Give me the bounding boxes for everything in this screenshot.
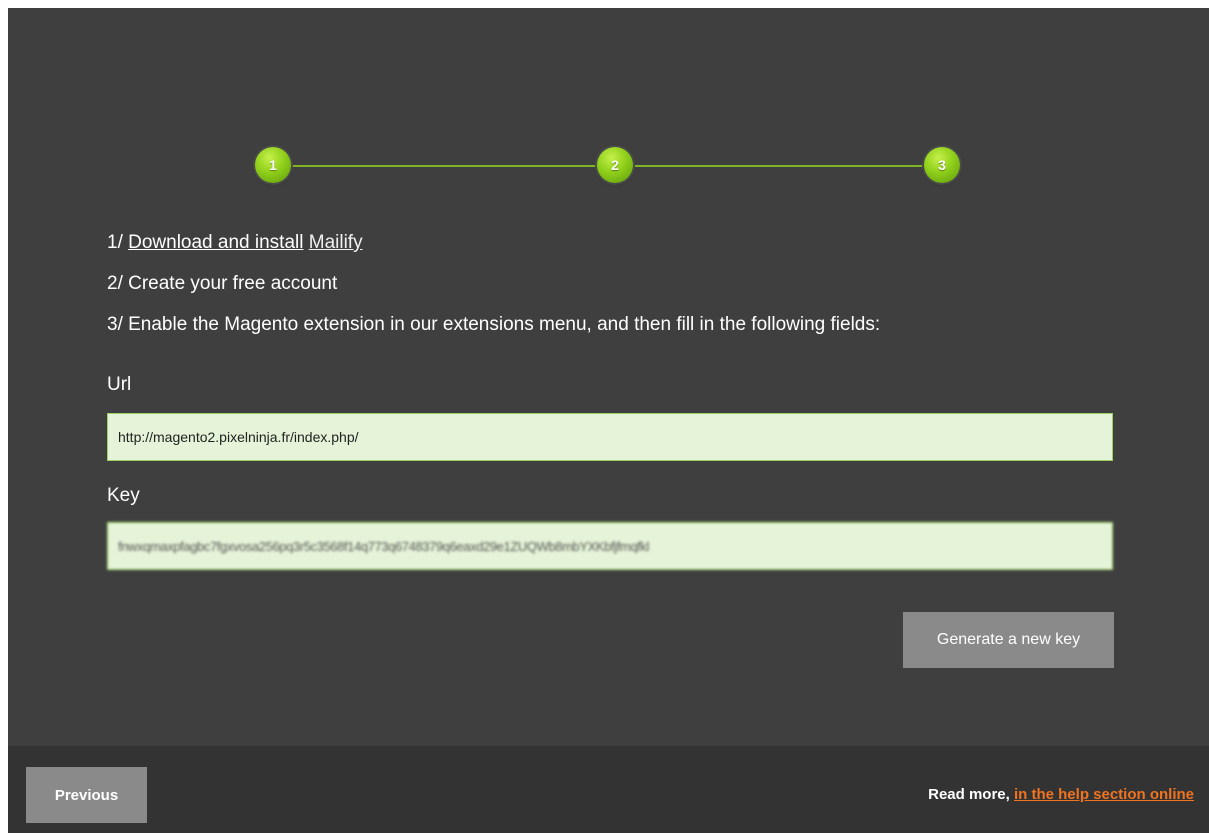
instruction-step-2: 2/ Create your free account [107,273,338,294]
instruction-step-1: 1/ Download and install Mailify [107,230,880,271]
key-label: Key [107,485,140,506]
step-3-badge: 3 [924,147,960,183]
instruction-number: 1/ [107,232,129,253]
previous-button[interactable]: Previous [26,767,147,823]
step-2-badge: 2 [597,147,633,183]
stepper-connector [632,165,942,167]
url-field[interactable] [107,413,1113,461]
read-more-prefix: Read more, [928,786,1014,803]
help-section-link[interactable]: in the help section online [1014,786,1194,803]
progress-stepper: 1 2 3 [250,144,960,188]
url-label: Url [107,374,132,395]
stepper-connector [272,165,610,167]
footer-bar: Previous Read more, in the help section … [8,746,1209,833]
key-field[interactable] [107,522,1113,570]
step-1-badge: 1 [255,147,291,183]
generate-key-button[interactable]: Generate a new key [903,612,1114,668]
mailify-brand[interactable]: Mailify [309,232,405,253]
read-more-text: Read more, in the help section online [928,786,1194,803]
instructions-list: 1/ Download and install Mailify 2/ Creat… [107,230,880,353]
instruction-step-3: 3/ Enable the Magento extension in our e… [107,314,881,335]
download-install-link[interactable]: Download and install [128,232,303,253]
